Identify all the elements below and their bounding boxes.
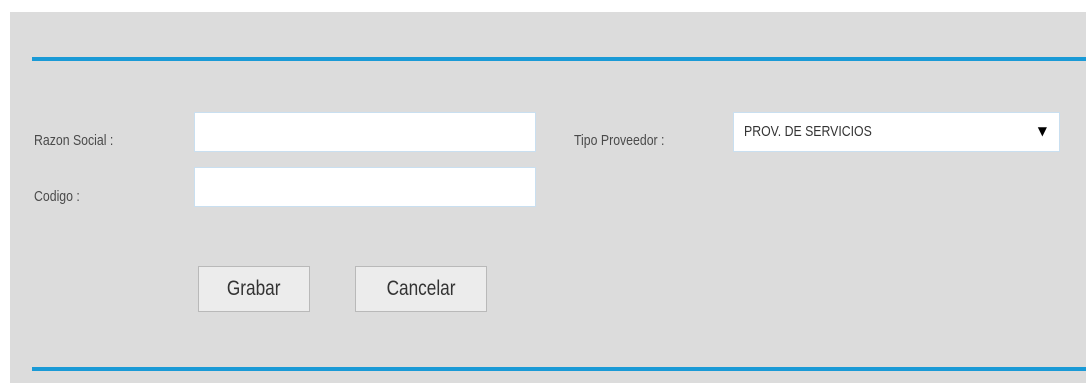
codigo-label: Codigo : — [34, 188, 80, 205]
top-divider — [32, 57, 1086, 61]
save-button[interactable]: Grabar — [198, 266, 310, 312]
cancel-button[interactable]: Cancelar — [355, 266, 487, 312]
razon-social-input[interactable] — [194, 112, 536, 152]
bottom-divider — [32, 367, 1086, 371]
page: Razon Social : Tipo Proveedor : PROV. DE… — [0, 0, 1086, 383]
supplier-form-panel: Razon Social : Tipo Proveedor : PROV. DE… — [10, 12, 1086, 383]
razon-social-label: Razon Social : — [34, 132, 114, 149]
tipo-proveedor-label: Tipo Proveedor : — [574, 132, 665, 149]
tipo-proveedor-selected-value: PROV. DE SERVICIOS — [744, 123, 872, 140]
tipo-proveedor-select[interactable]: PROV. DE SERVICIOS ▼ — [733, 112, 1060, 152]
cancel-button-label: Cancelar — [386, 277, 456, 300]
codigo-input[interactable] — [194, 167, 536, 207]
save-button-label: Grabar — [227, 277, 281, 300]
chevron-down-icon: ▼ — [1037, 124, 1047, 138]
